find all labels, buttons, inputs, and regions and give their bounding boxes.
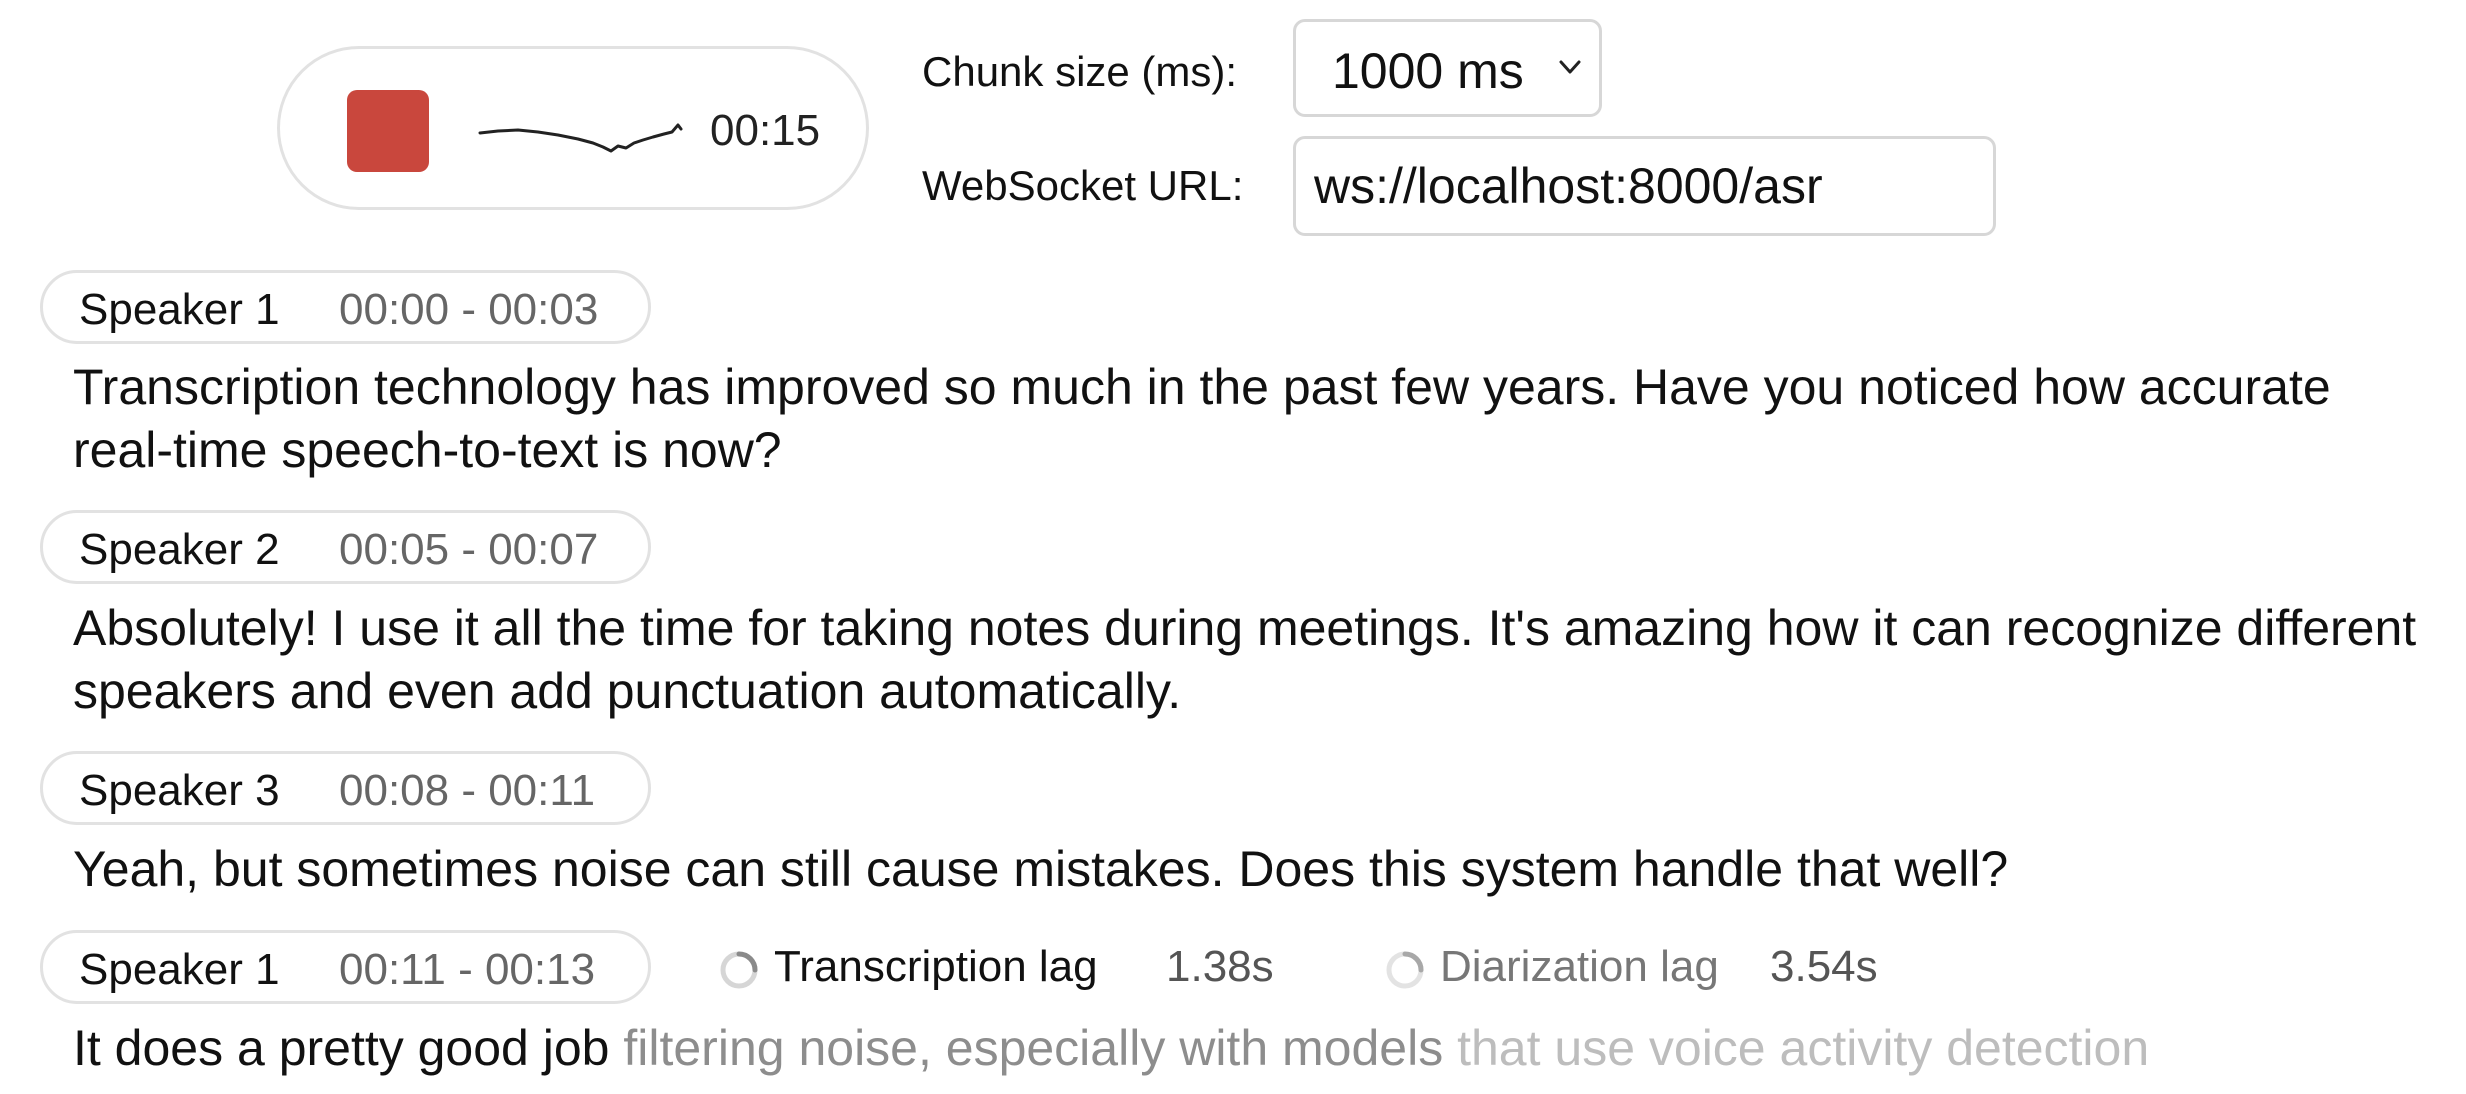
transcription-buffer-text: that use voice activity detection [1443,1020,2150,1076]
transcription-lag-value: 1.38s [1166,942,1274,991]
speaker-name: Speaker 1 [79,285,280,334]
speaker-name: Speaker 3 [79,766,280,815]
spinner-icon [1386,951,1424,989]
recording-timer: 00:15 [710,106,821,155]
diarization-lag-label: Diarization lag [1440,942,1719,991]
segment-time-range: 00:05 - 00:07 [339,525,599,574]
transcription-lag-label: Transcription lag [774,942,1098,991]
diarization-lag-value: 3.54s [1770,942,1878,991]
chevron-down-icon [1559,60,1581,74]
waveform-icon [478,123,683,153]
speaker-name: Speaker 1 [79,945,280,994]
speaker-badge: Speaker 1 00:11 - 00:13 [40,930,651,1004]
websocket-url-input[interactable] [1293,136,1996,236]
stop-recording-button[interactable] [347,90,429,172]
speaker-badge: Speaker 3 00:08 - 00:11 [40,751,651,825]
segment-time-range: 00:08 - 00:11 [339,766,596,815]
speaker-name: Speaker 2 [79,525,280,574]
speaker-badge: Speaker 2 00:05 - 00:07 [40,510,651,584]
diarization-buffer-text: filtering noise, especially with models [609,1020,1444,1076]
utterance-text: Yeah, but sometimes noise can still caus… [73,841,2009,897]
speaker-badge: Speaker 1 00:00 - 00:03 [40,270,651,344]
spinner-icon [720,951,758,989]
segment-time-range: 00:00 - 00:03 [339,285,599,334]
utterance-text: Transcription technology has improved so… [73,359,2331,478]
utterance-text-live: It does a pretty good job filtering nois… [73,1017,2443,1080]
committed-text: It does a pretty good job [73,1020,610,1076]
utterance-text: Absolutely! I use it all the time for ta… [73,600,2417,719]
chunk-size-select[interactable]: 1000 ms [1293,19,1602,117]
segment-time-range: 00:11 - 00:13 [339,945,596,994]
chunk-size-value: 1000 ms [1332,43,1524,99]
websocket-url-label: WebSocket URL: [922,162,1244,209]
chunk-size-label: Chunk size (ms): [922,48,1238,95]
recorder-control: 00:15 [277,46,869,210]
